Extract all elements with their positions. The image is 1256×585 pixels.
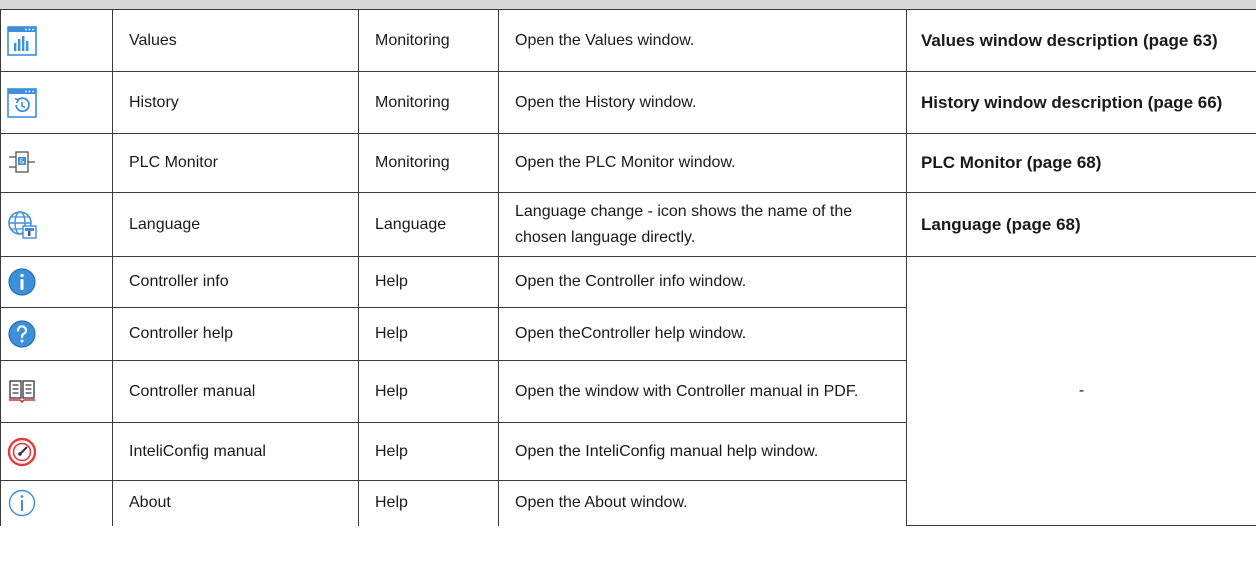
row-name: Values (112, 9, 359, 72)
row-group: Help (358, 307, 499, 361)
reference-link[interactable]: Language (page 68) (906, 192, 1256, 257)
row-description: Open the PLC Monitor window. (498, 133, 907, 193)
icon-cell (0, 9, 113, 72)
table-row: & PLC Monitor Monitoring Open the PLC Mo… (0, 133, 1256, 193)
row-group: Monitoring (358, 71, 499, 134)
icon-cell (0, 192, 113, 257)
row-group: Language (358, 192, 499, 257)
row-name: Controller manual (112, 360, 359, 423)
reference-link[interactable]: Values window description (page 63) (906, 9, 1256, 72)
row-description: Open the window with Controller manual i… (498, 360, 907, 423)
reference-link[interactable]: History window description (page 66) (906, 71, 1256, 134)
book-icon (5, 375, 39, 409)
info-outline-icon (5, 486, 39, 520)
row-group: Monitoring (358, 9, 499, 72)
icon-cell (0, 360, 113, 423)
info-filled-icon (5, 265, 39, 299)
svg-text:&: & (19, 158, 25, 166)
help-reference: - (906, 256, 1256, 526)
row-name: InteliConfig manual (112, 422, 359, 481)
icon-cell (0, 71, 113, 134)
reference-link[interactable]: PLC Monitor (page 68) (906, 133, 1256, 193)
row-group: Monitoring (358, 133, 499, 193)
row-name: Language (112, 192, 359, 257)
row-name: About (112, 480, 359, 526)
toolbar-reference-table: Values Monitoring Open the Values window… (0, 9, 1256, 526)
gauge-icon (5, 435, 39, 469)
row-group: Help (358, 360, 499, 423)
icon-cell (0, 422, 113, 481)
row-group: Help (358, 422, 499, 481)
icon-cell (0, 256, 113, 308)
history-window-icon (5, 86, 39, 120)
language-globe-icon (5, 208, 39, 242)
table-row: History Monitoring Open the History wind… (0, 71, 1256, 134)
row-name: History (112, 71, 359, 134)
row-description: Open the InteliConfig manual help window… (498, 422, 907, 481)
row-name: Controller info (112, 256, 359, 308)
table-row: Controller info Help Open the Controller… (0, 256, 1256, 526)
row-group: Help (358, 480, 499, 526)
row-description: Open theController help window. (498, 307, 907, 361)
plc-monitor-icon: & (5, 146, 39, 180)
table-row: Language Language Language change - icon… (0, 192, 1256, 257)
row-description: Open the Controller info window. (498, 256, 907, 308)
row-group: Help (358, 256, 499, 308)
top-separator (0, 0, 1256, 9)
row-description: Open the History window. (498, 71, 907, 134)
row-name: PLC Monitor (112, 133, 359, 193)
icon-cell (0, 480, 113, 526)
values-window-icon (5, 24, 39, 58)
question-icon (5, 317, 39, 351)
row-description: Open the About window. (498, 480, 907, 526)
icon-cell (0, 307, 113, 361)
row-description: Open the Values window. (498, 9, 907, 72)
icon-cell: & (0, 133, 113, 193)
row-name: Controller help (112, 307, 359, 361)
table-row: Values Monitoring Open the Values window… (0, 9, 1256, 72)
row-description: Language change - icon shows the name of… (498, 192, 907, 257)
